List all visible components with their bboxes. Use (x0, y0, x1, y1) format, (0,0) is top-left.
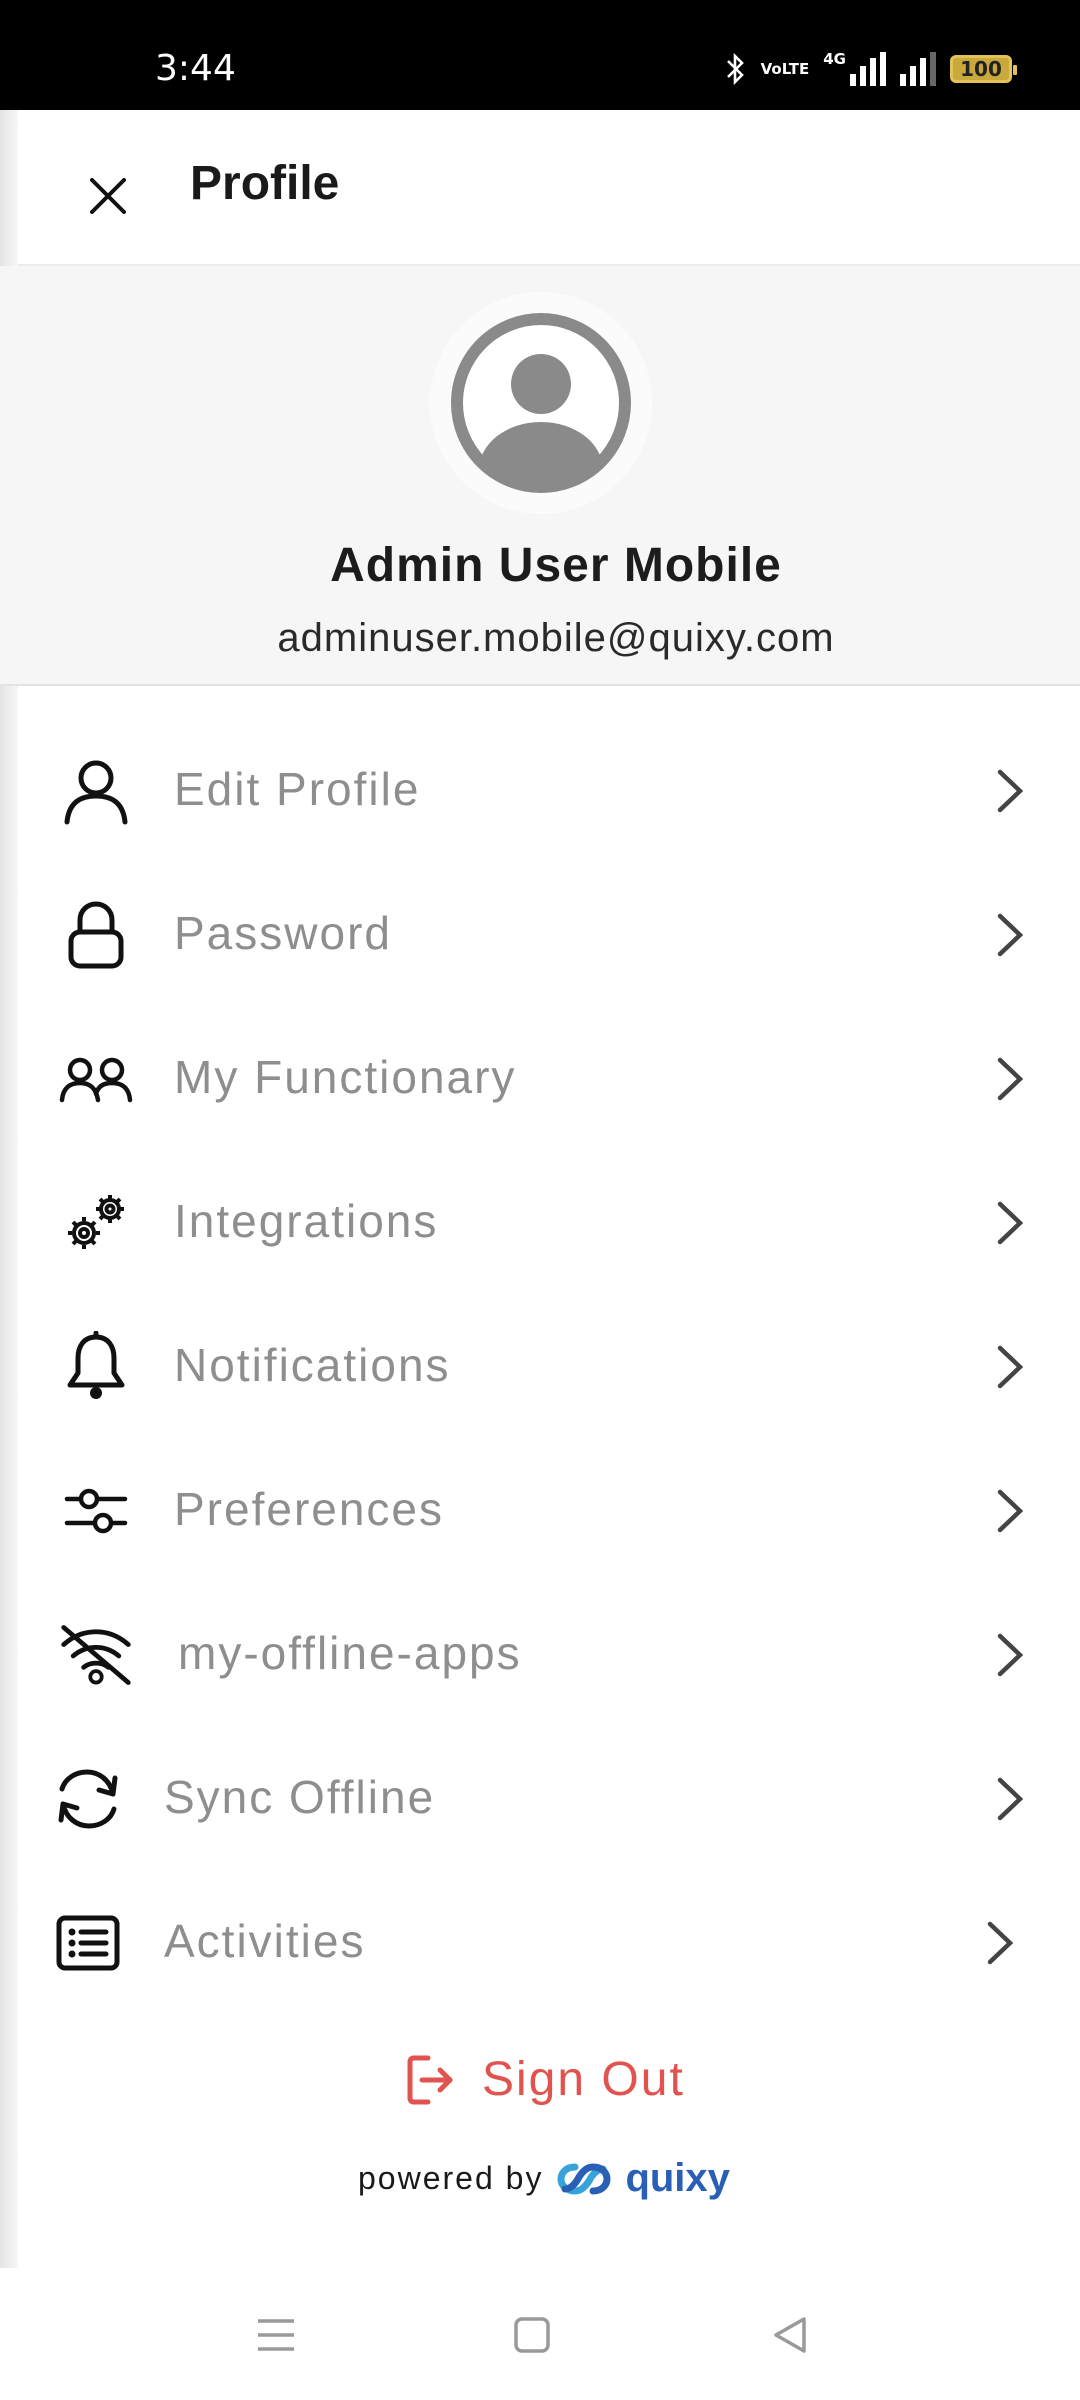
close-button[interactable] (80, 168, 136, 224)
list-icon (50, 1908, 126, 1978)
menu-item-integrations[interactable]: Integrations (0, 1150, 1080, 1294)
volte-indicator: VoLTE (760, 59, 810, 78)
lock-icon (58, 900, 134, 970)
user-name: Admin User Mobile (330, 539, 782, 592)
powered-by-label: powered by (358, 2160, 544, 2196)
profile-menu: Edit Profile Password My Functionary Int… (0, 718, 1080, 2014)
bluetooth-icon (726, 52, 744, 86)
menu-item-password[interactable]: Password (0, 862, 1080, 1006)
chevron-right-icon (990, 1198, 1030, 1248)
menu-item-label: Integrations (174, 1195, 439, 1247)
status-time: 3:44 (155, 48, 236, 89)
sign-out-icon (407, 2055, 453, 2104)
close-icon (90, 178, 126, 214)
sign-out-label: Sign Out (482, 2053, 685, 2106)
signal-icon (900, 52, 936, 86)
menu-item-label: Sync Offline (164, 1771, 436, 1823)
status-bar: 3:44 VoLTE 4G 100 (0, 0, 1080, 110)
sync-icon (50, 1764, 126, 1834)
chevron-right-icon (990, 910, 1030, 960)
menu-item-label: Notifications (174, 1339, 451, 1391)
powered-by: powered by quixy (358, 2156, 730, 2201)
menu-item-activities[interactable]: Activities (0, 1870, 1080, 2014)
page-title: Profile (190, 157, 340, 210)
chevron-right-icon (990, 1342, 1030, 1392)
back-triangle-icon (774, 2317, 806, 2353)
menu-item-my-offline-apps[interactable]: my-offline-apps (0, 1582, 1080, 1726)
menu-item-label: Preferences (174, 1483, 445, 1535)
user-email: adminuser.mobile@quixy.com (277, 616, 835, 660)
bell-icon (58, 1331, 134, 1402)
chevron-right-icon (980, 1918, 1020, 1968)
menu-item-edit-profile[interactable]: Edit Profile (0, 718, 1080, 862)
chevron-right-icon (990, 1774, 1030, 1824)
status-icons: VoLTE 4G 100 (725, 52, 1017, 86)
menu-item-label: Activities (164, 1915, 366, 1967)
profile-header: Profile (0, 110, 1080, 266)
avatar[interactable] (430, 292, 652, 514)
wifi-off-icon (58, 1620, 134, 1690)
menu-item-label: My Functionary (174, 1051, 517, 1103)
brand-name: quixy (625, 2156, 730, 2200)
menu-item-my-functionary[interactable]: My Functionary (0, 1006, 1080, 1150)
menu-item-notifications[interactable]: Notifications (0, 1294, 1080, 1438)
menu-item-sync-offline[interactable]: Sync Offline (0, 1726, 1080, 1870)
menu-item-label: Password (174, 907, 392, 959)
system-nav-bar (0, 2268, 1080, 2400)
chevron-right-icon (990, 1630, 1030, 1680)
chevron-right-icon (990, 766, 1030, 816)
home-button[interactable] (504, 2310, 560, 2360)
menu-item-label: my-offline-apps (178, 1627, 522, 1679)
sign-out-button[interactable]: Sign Out (406, 2052, 685, 2107)
menu-item-label: Edit Profile (174, 763, 421, 815)
menu-item-preferences[interactable]: Preferences (0, 1438, 1080, 1582)
back-button[interactable] (762, 2310, 818, 2360)
battery-indicator: 100 (950, 55, 1017, 83)
square-icon (514, 2317, 550, 2353)
chevron-right-icon (990, 1486, 1030, 1536)
signal-4g-icon: 4G (823, 52, 886, 86)
sliders-icon (58, 1476, 134, 1546)
recents-button[interactable] (248, 2310, 304, 2360)
user-icon (58, 756, 134, 826)
quixy-logo-icon (557, 2162, 611, 2195)
menu-icon (258, 2319, 294, 2351)
users-icon (58, 1044, 134, 1114)
user-avatar-icon (451, 313, 631, 493)
gears-icon (58, 1188, 134, 1258)
profile-card: Admin User Mobile adminuser.mobile@quixy… (0, 266, 1080, 686)
chevron-right-icon (990, 1054, 1030, 1104)
